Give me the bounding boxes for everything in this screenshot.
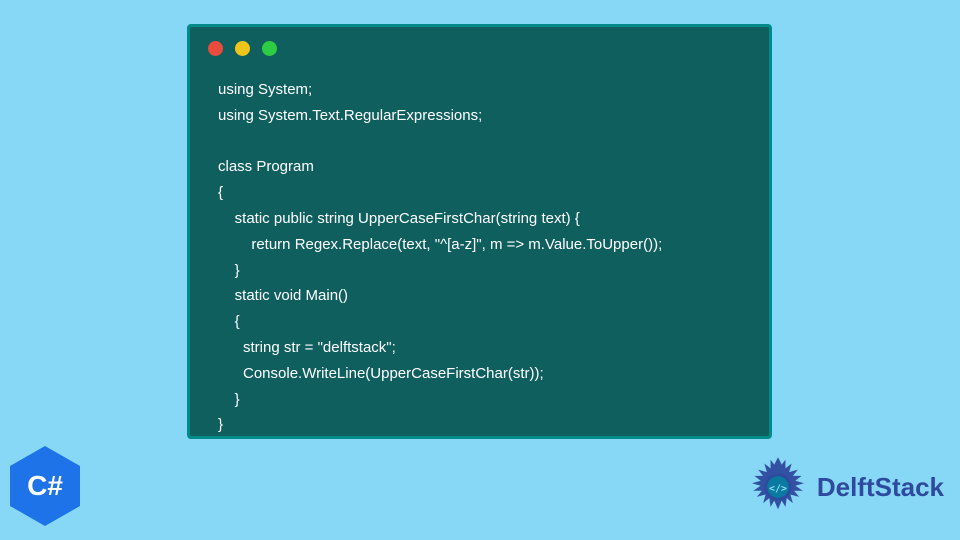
hexagon-icon: C# xyxy=(10,446,80,526)
badge-label: C# xyxy=(27,470,63,502)
maximize-icon xyxy=(262,41,277,56)
svg-text:</>: </> xyxy=(769,483,787,494)
minimize-icon xyxy=(235,41,250,56)
close-icon xyxy=(208,41,223,56)
brand-name: DelftStack xyxy=(817,472,944,503)
code-window: using System; using System.Text.RegularE… xyxy=(187,24,772,439)
csharp-language-badge: C# xyxy=(10,446,80,526)
code-block: using System; using System.Text.RegularE… xyxy=(218,77,749,438)
brand-logo: </> DelftStack xyxy=(747,456,944,518)
window-traffic-lights xyxy=(208,41,277,56)
brand-emblem-icon: </> xyxy=(747,456,809,518)
